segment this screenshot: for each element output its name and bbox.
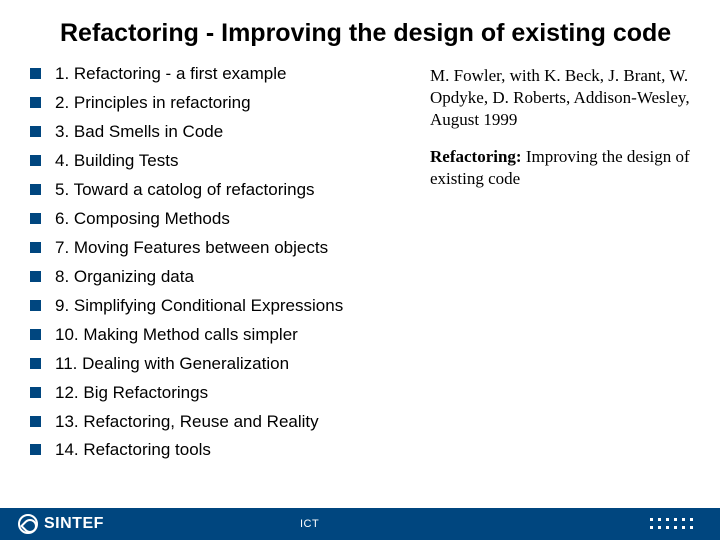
list-item: 9. Simplifying Conditional Expressions (30, 295, 410, 318)
bullet-icon (30, 416, 41, 427)
toc-item-label: 5. Toward a catolog of refactorings (55, 179, 315, 202)
dots-icon (650, 518, 694, 530)
toc-item-label: 12. Big Refactorings (55, 382, 208, 405)
list-item: 3. Bad Smells in Code (30, 121, 410, 144)
toc-item-label: 1. Refactoring - a first example (55, 63, 286, 86)
list-item: 11. Dealing with Generalization (30, 353, 410, 376)
bullet-icon (30, 329, 41, 340)
list-item: 14. Refactoring tools (30, 439, 410, 462)
slide: Refactoring - Improving the design of ex… (0, 0, 720, 540)
bullet-icon (30, 271, 41, 282)
list-item: 6. Composing Methods (30, 208, 410, 231)
side-text: M. Fowler, with K. Beck, J. Brant, W. Op… (410, 63, 700, 468)
toc-item-label: 13. Refactoring, Reuse and Reality (55, 411, 319, 434)
list-item: 7. Moving Features between objects (30, 237, 410, 260)
bullet-icon (30, 97, 41, 108)
toc-list: 1. Refactoring - a first example 2. Prin… (30, 63, 410, 468)
bullet-icon (30, 213, 41, 224)
list-item: 1. Refactoring - a first example (30, 63, 410, 86)
footer-center-text: ICT (300, 518, 319, 530)
list-item: 12. Big Refactorings (30, 382, 410, 405)
bullet-icon (30, 387, 41, 398)
bullet-icon (30, 242, 41, 253)
brand-logo: SINTEF (18, 514, 104, 534)
logo-icon (18, 514, 38, 534)
list-item: 10. Making Method calls simpler (30, 324, 410, 347)
list-item: 13. Refactoring, Reuse and Reality (30, 411, 410, 434)
toc-item-label: 11. Dealing with Generalization (55, 353, 289, 376)
bullet-icon (30, 126, 41, 137)
toc-item-label: 7. Moving Features between objects (55, 237, 328, 260)
toc-item-label: 8. Organizing data (55, 266, 194, 289)
toc-item-label: 9. Simplifying Conditional Expressions (55, 295, 343, 318)
book-title-bold: Refactoring: (430, 147, 522, 166)
bullet-icon (30, 444, 41, 455)
logo-text: SINTEF (44, 515, 104, 533)
toc-item-label: 10. Making Method calls simpler (55, 324, 298, 347)
toc-item-label: 14. Refactoring tools (55, 439, 211, 462)
toc-item-label: 6. Composing Methods (55, 208, 230, 231)
bullet-icon (30, 68, 41, 79)
bullet-icon (30, 155, 41, 166)
list-item: 8. Organizing data (30, 266, 410, 289)
bullet-icon (30, 358, 41, 369)
bullet-icon (30, 300, 41, 311)
toc-item-label: 4. Building Tests (55, 150, 178, 173)
content-area: 1. Refactoring - a first example 2. Prin… (0, 63, 720, 468)
list-item: 5. Toward a catolog of refactorings (30, 179, 410, 202)
toc-item-label: 3. Bad Smells in Code (55, 121, 223, 144)
footer-bar: SINTEF ICT (0, 508, 720, 540)
toc-item-label: 2. Principles in refactoring (55, 92, 251, 115)
bullet-icon (30, 184, 41, 195)
page-title: Refactoring - Improving the design of ex… (0, 18, 720, 49)
list-item: 2. Principles in refactoring (30, 92, 410, 115)
book-title: Refactoring: Improving the design of exi… (430, 146, 700, 190)
citation-text: M. Fowler, with K. Beck, J. Brant, W. Op… (430, 65, 700, 131)
list-item: 4. Building Tests (30, 150, 410, 173)
